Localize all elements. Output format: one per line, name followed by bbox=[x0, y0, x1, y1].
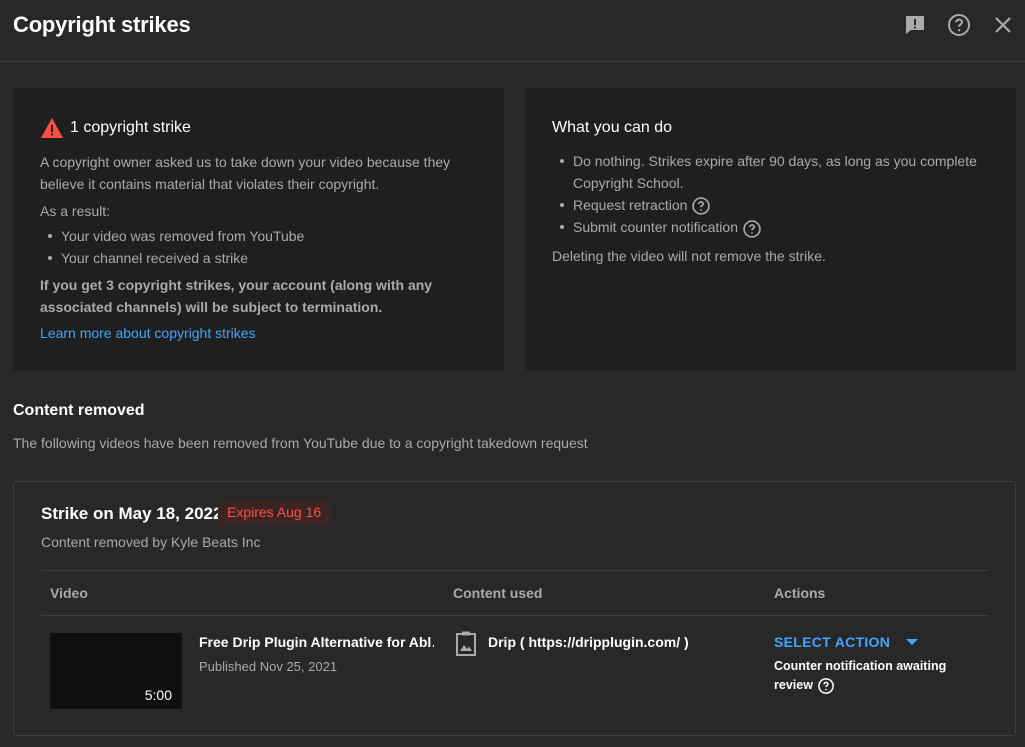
list-item: Your channel received a strike bbox=[40, 247, 304, 269]
actions-heading: What you can do bbox=[552, 119, 673, 136]
actions-list: Do nothing. Strikes expire after 90 days… bbox=[552, 150, 992, 239]
termination-warning: If you get 3 copyright strikes, your acc… bbox=[40, 277, 433, 315]
video-thumbnail[interactable]: 5:00 bbox=[50, 633, 182, 709]
help-icon[interactable] bbox=[946, 12, 972, 38]
deletion-note: Deleting the video will not remove the s… bbox=[552, 248, 826, 264]
dropdown-arrow-icon bbox=[906, 639, 919, 645]
help-icon[interactable] bbox=[817, 677, 835, 695]
help-icon[interactable] bbox=[742, 219, 762, 239]
help-icon[interactable] bbox=[691, 196, 711, 216]
counter-notification-label: Submit counter notification bbox=[573, 219, 738, 236]
select-action-dropdown[interactable]: SELECT ACTION bbox=[774, 634, 919, 650]
content-removed-title: Content removed bbox=[13, 402, 145, 419]
column-header-actions: Actions bbox=[774, 585, 826, 601]
list-item: Request retraction bbox=[552, 194, 992, 216]
close-icon[interactable] bbox=[990, 12, 1016, 38]
actions-card: What you can do Do nothing. Strikes expi… bbox=[526, 88, 1016, 371]
divider bbox=[41, 615, 989, 616]
request-retraction-label: Request retraction bbox=[573, 197, 688, 213]
strike-description: A copyright owner asked us to take down … bbox=[40, 154, 451, 192]
strike-summary-card: 1 copyright strike A copyright owner ask… bbox=[13, 88, 504, 371]
image-icon bbox=[455, 631, 477, 662]
column-header-video: Video bbox=[50, 585, 88, 601]
content-used-label: Drip ( https://dripplugin.com/ ) bbox=[488, 634, 689, 650]
divider bbox=[41, 570, 989, 571]
status-text: Counter notification awaiting review bbox=[774, 659, 947, 692]
warning-icon bbox=[41, 118, 63, 138]
counter-notification-status: Counter notification awaiting review bbox=[774, 657, 974, 695]
strike-date-title: Strike on May 18, 2022 bbox=[41, 504, 223, 523]
expiry-badge: Expires Aug 16 bbox=[218, 500, 331, 525]
list-item: Do nothing. Strikes expire after 90 days… bbox=[552, 150, 992, 194]
feedback-icon[interactable] bbox=[902, 12, 928, 38]
video-published-date: Published Nov 25, 2021 bbox=[199, 659, 338, 674]
video-duration: 5:00 bbox=[144, 687, 172, 703]
strike-heading: 1 copyright strike bbox=[40, 117, 191, 139]
dialog-header: Copyright strikes bbox=[0, 0, 1025, 62]
removed-by: Content removed by Kyle Beats Inc bbox=[41, 534, 261, 550]
result-label: As a result: bbox=[40, 203, 111, 219]
select-action-label: SELECT ACTION bbox=[774, 634, 891, 650]
page-title: Copyright strikes bbox=[13, 12, 191, 37]
content-removed-description: The following videos have been removed f… bbox=[13, 435, 588, 451]
list-item: Submit counter notification bbox=[552, 216, 992, 238]
column-header-content-used: Content used bbox=[453, 585, 543, 601]
video-title[interactable]: Free Drip Plugin Alternative for Abl… bbox=[199, 634, 434, 650]
list-item: Your video was removed from YouTube bbox=[40, 225, 304, 247]
learn-more-link[interactable]: Learn more about copyright strikes bbox=[40, 325, 256, 341]
strike-count-heading: 1 copyright strike bbox=[70, 119, 191, 136]
result-list: Your video was removed from YouTube Your… bbox=[40, 225, 304, 269]
